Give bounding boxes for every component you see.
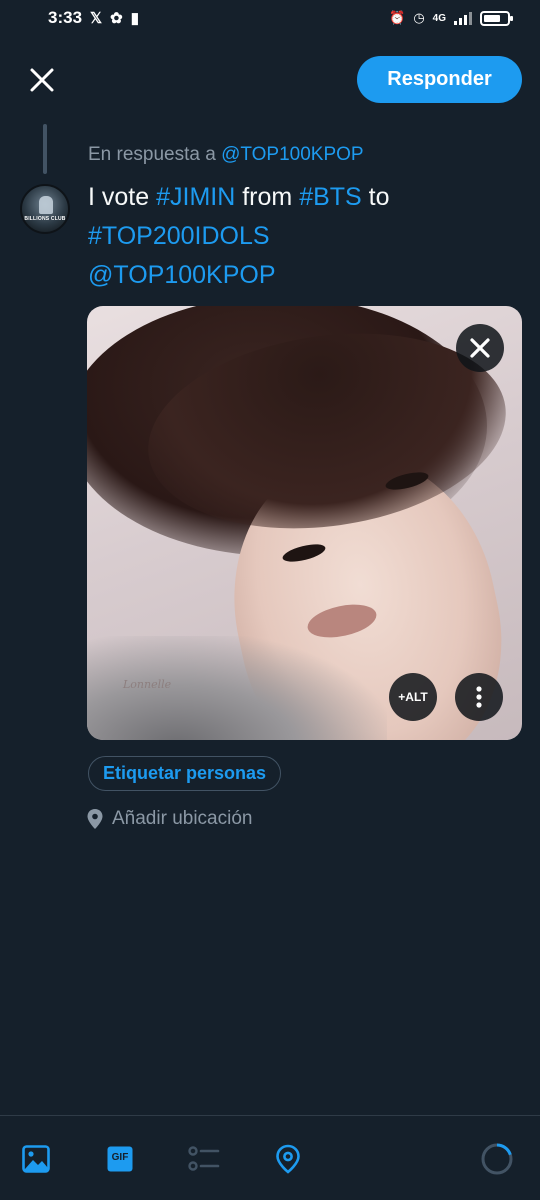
close-button[interactable] bbox=[22, 60, 62, 100]
alarm-icon: ⏰ bbox=[389, 10, 406, 25]
location-icon bbox=[276, 1144, 300, 1174]
add-gif-button[interactable]: GIF bbox=[103, 1142, 137, 1176]
gif-label: GIF bbox=[111, 1152, 129, 1163]
attached-image[interactable]: Lonnelle +ALT bbox=[87, 306, 522, 740]
tweet-line-2: #TOP200IDOLS bbox=[88, 217, 518, 256]
tweet-text-input[interactable]: I vote #JIMIN from #BTS to #TOP200IDOLS … bbox=[88, 178, 518, 295]
reply-to-prefix: En respuesta a bbox=[88, 144, 222, 165]
add-image-button[interactable] bbox=[19, 1142, 53, 1176]
compose-header: Responder bbox=[0, 56, 540, 104]
status-time: 3:33 bbox=[48, 8, 83, 27]
location-pin-icon bbox=[87, 809, 103, 829]
reply-to-line: En respuesta a @TOP100KPOP bbox=[88, 144, 364, 166]
x-app-notification-icon: 𝕏 bbox=[90, 10, 103, 27]
close-icon bbox=[470, 338, 490, 358]
status-bar-left: 3:33 𝕏 ✿ ▮ bbox=[48, 8, 139, 28]
network-type: 4G bbox=[432, 12, 446, 24]
battery-icon bbox=[480, 10, 513, 26]
image-icon bbox=[22, 1145, 50, 1173]
character-count-indicator bbox=[480, 1142, 514, 1176]
character-count-ring-icon bbox=[481, 1143, 513, 1175]
tweet-text-segment: I vote bbox=[88, 183, 157, 211]
hashtag-bts[interactable]: #BTS bbox=[299, 183, 362, 211]
hashtag-top200idols[interactable]: #TOP200IDOLS bbox=[88, 222, 270, 250]
tweet-line-3: @TOP100KPOP bbox=[88, 256, 518, 295]
mention-top100kpop[interactable]: @TOP100KPOP bbox=[88, 261, 276, 289]
status-bar: 3:33 𝕏 ✿ ▮ ⏰ ◷ 4G bbox=[0, 0, 540, 36]
image-watermark: Lonnelle bbox=[123, 678, 172, 691]
remove-image-button[interactable] bbox=[456, 324, 504, 372]
reply-button[interactable]: Responder bbox=[357, 56, 522, 103]
add-location-toolbar-button[interactable] bbox=[271, 1142, 305, 1176]
app-notification-icon: ✿ bbox=[110, 10, 123, 27]
tag-people-button[interactable]: Etiquetar personas bbox=[88, 756, 282, 791]
status-bar-right: ⏰ ◷ 4G bbox=[389, 10, 513, 26]
reply-to-handle[interactable]: @TOP100KPOP bbox=[221, 144, 364, 165]
clock-icon: ◷ bbox=[413, 10, 425, 25]
avatar-badge-text: BILLIONS CLUB bbox=[24, 216, 66, 222]
alert-notification-icon: ▮ bbox=[130, 10, 139, 27]
add-poll-button[interactable] bbox=[187, 1142, 221, 1176]
more-vertical-icon bbox=[476, 686, 482, 708]
add-location-label: Añadir ubicación bbox=[112, 808, 253, 829]
thread-line bbox=[43, 124, 47, 174]
poll-icon bbox=[188, 1146, 220, 1171]
add-alt-text-button[interactable]: +ALT bbox=[389, 673, 437, 721]
avatar-figure bbox=[39, 196, 53, 214]
tweet-text-segment: from bbox=[235, 183, 300, 211]
image-more-button[interactable] bbox=[455, 673, 503, 721]
tweet-line-1: I vote #JIMIN from #BTS to bbox=[88, 178, 518, 217]
hashtag-jimin[interactable]: #JIMIN bbox=[156, 183, 235, 211]
add-location-button[interactable]: Añadir ubicación bbox=[86, 808, 252, 830]
close-icon bbox=[30, 68, 54, 92]
compose-toolbar: GIF bbox=[0, 1115, 540, 1200]
signal-bars-icon bbox=[454, 11, 472, 25]
avatar[interactable]: BILLIONS CLUB bbox=[20, 184, 70, 234]
tweet-text-segment: to bbox=[361, 183, 390, 211]
